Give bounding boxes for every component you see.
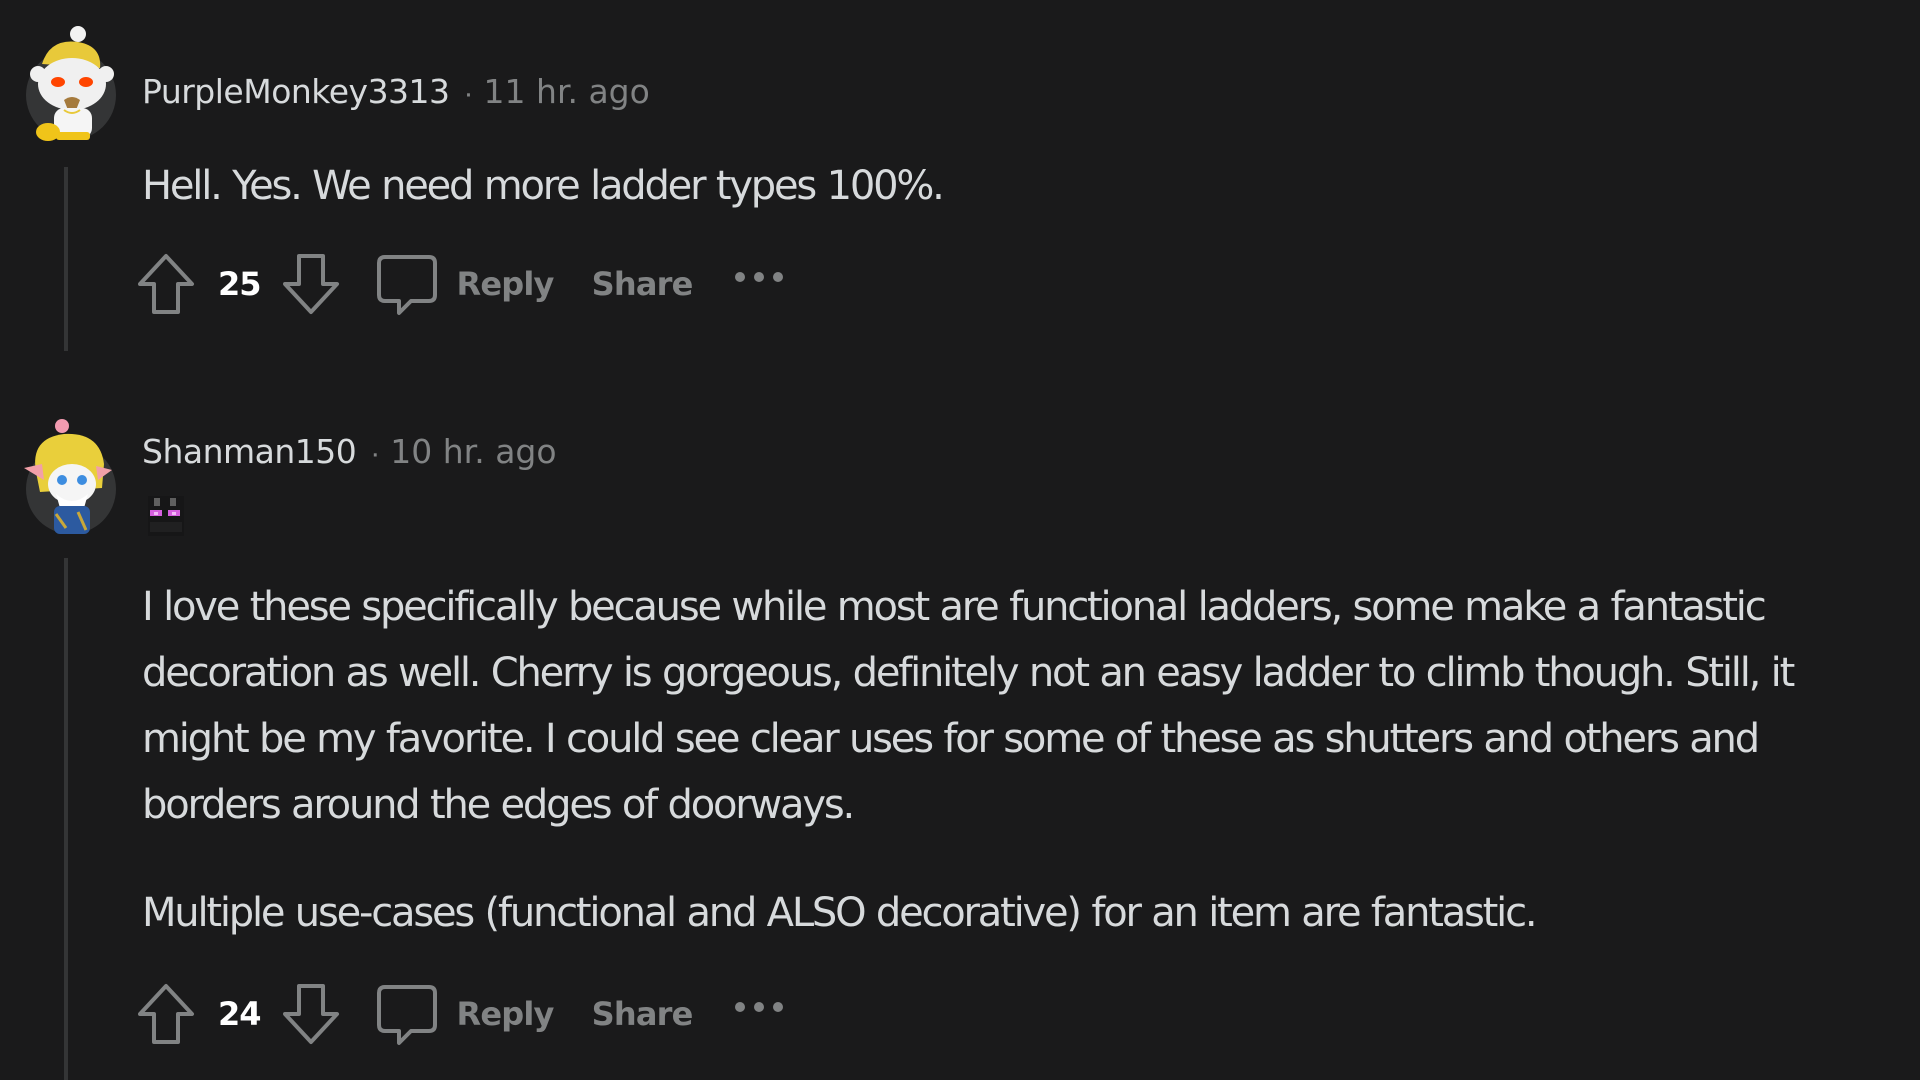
comment-body: I love these specifically because while … — [142, 574, 1822, 946]
username[interactable]: Shanman150 — [142, 432, 357, 471]
more-options-icon-dot — [772, 1002, 783, 1012]
username[interactable]: PurpleMonkey3313 — [142, 72, 450, 111]
comment-paragraph: Multiple use-cases (functional and ALSO … — [142, 890, 1538, 936]
share-label: Share — [591, 995, 694, 1033]
avatar[interactable] — [26, 26, 116, 141]
comment-actions: 24 Reply Share — [136, 982, 783, 1046]
separator: · — [370, 437, 381, 470]
share-button[interactable]: Share — [591, 265, 694, 303]
comment-header: Shanman150 · 10 hr. ago — [142, 432, 557, 471]
reply-button[interactable]: Reply — [341, 251, 554, 317]
enderman-flair-icon — [148, 496, 184, 536]
snoo-avatar-icon — [30, 26, 114, 141]
downvote-icon[interactable] — [281, 982, 341, 1046]
reply-button[interactable]: Reply — [341, 981, 554, 1047]
more-options-icon — [734, 1002, 745, 1012]
more-options-button[interactable] — [734, 262, 783, 306]
reply-label: Reply — [456, 995, 555, 1033]
more-options-icon-dot — [753, 272, 764, 282]
share-label: Share — [591, 265, 694, 303]
upvote-icon[interactable] — [136, 252, 196, 316]
comment-actions: 25 Reply Share — [136, 252, 783, 316]
thread-line[interactable] — [64, 558, 68, 1080]
comment-header: PurpleMonkey3313 · 11 hr. ago — [142, 72, 650, 111]
share-button[interactable]: Share — [591, 995, 694, 1033]
reply-label: Reply — [456, 265, 555, 303]
avatar[interactable] — [24, 419, 116, 534]
thread-line[interactable] — [64, 167, 68, 351]
downvote-icon[interactable] — [281, 252, 341, 316]
timestamp[interactable]: 10 hr. ago — [390, 432, 556, 471]
more-options-icon-dot — [772, 272, 783, 282]
vote-score: 25 — [218, 265, 262, 303]
more-options-button[interactable] — [734, 992, 783, 1036]
more-options-icon — [734, 272, 745, 282]
separator: · — [463, 77, 474, 110]
comment-paragraph: I love these specifically because while … — [142, 584, 1795, 828]
comment-body: Hell. Yes. We need more ladder types 100… — [142, 153, 1822, 219]
comment-paragraph: Hell. Yes. We need more ladder types 100… — [142, 163, 945, 209]
comment-bubble-icon — [376, 985, 437, 1045]
vote-score: 24 — [218, 995, 262, 1033]
upvote-icon[interactable] — [136, 982, 196, 1046]
more-options-icon-dot — [753, 1002, 764, 1012]
comment-bubble-icon — [376, 255, 437, 315]
snoo-avatar-icon — [24, 419, 112, 534]
timestamp[interactable]: 11 hr. ago — [484, 72, 650, 111]
